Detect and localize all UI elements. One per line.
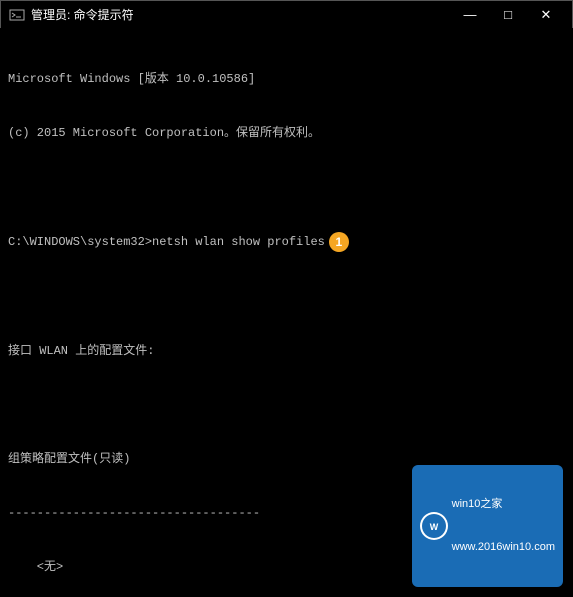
terminal-line-5 (8, 288, 565, 306)
terminal-line-4: C:\WINDOWS\system32>netsh wlan show prof… (8, 232, 565, 252)
minimize-button[interactable]: — (452, 5, 488, 25)
close-button[interactable]: ✕ (528, 5, 564, 25)
window: 管理员: 命令提示符 — □ ✕ Microsoft Windows [版本 1… (0, 0, 573, 597)
watermark-text: win10之家 www.2016win10.com (452, 469, 555, 583)
watermark-logo: W (420, 512, 448, 540)
terminal-line-3 (8, 178, 565, 196)
terminal-line-1: Microsoft Windows [版本 10.0.10586] (8, 70, 565, 88)
terminal-line-7 (8, 396, 565, 414)
badge-1: 1 (329, 232, 349, 252)
window-title: 管理员: 命令提示符 (31, 6, 134, 23)
watermark-line1: win10之家 (452, 497, 555, 511)
title-bar-controls: — □ ✕ (452, 5, 564, 25)
terminal-line-2: (c) 2015 Microsoft Corporation。保留所有权利。 (8, 124, 565, 142)
watermark: W win10之家 www.2016win10.com (412, 465, 563, 587)
watermark-line2: www.2016win10.com (452, 540, 555, 554)
prompt-1: C:\WINDOWS\system32>netsh wlan show prof… (8, 235, 325, 249)
terminal-icon (9, 7, 25, 23)
terminal-line-6: 接口 WLAN 上的配置文件: (8, 342, 565, 360)
svg-text:W: W (429, 522, 438, 532)
title-bar: 管理员: 命令提示符 — □ ✕ (0, 0, 573, 28)
terminal-body[interactable]: Microsoft Windows [版本 10.0.10586] (c) 20… (0, 28, 573, 597)
title-bar-left: 管理员: 命令提示符 (9, 6, 134, 23)
maximize-button[interactable]: □ (490, 5, 526, 25)
